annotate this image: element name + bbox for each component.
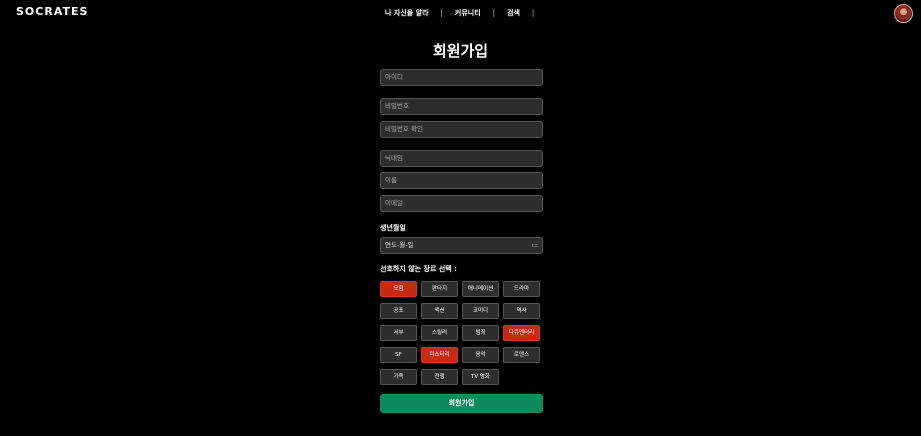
password-confirm-input[interactable]: 비밀번호 확인: [380, 121, 543, 138]
id-input[interactable]: 아이디: [380, 69, 543, 86]
top-nav: 나 자신을 알라 | 커뮤니티 | 검색 |: [385, 8, 546, 18]
email-input[interactable]: 이메일: [380, 195, 543, 212]
nav-community[interactable]: 커뮤니티: [455, 8, 481, 18]
genre-chip[interactable]: 전쟁: [421, 369, 458, 385]
genre-chip[interactable]: 판타지: [421, 281, 458, 297]
birthdate-placeholder: 연도-월-일: [385, 241, 414, 249]
page-title: 회원가입: [432, 42, 489, 60]
nav-divider: |: [492, 9, 495, 17]
genre-chip[interactable]: 음악: [462, 347, 499, 363]
nav-divider: |: [440, 9, 443, 17]
nickname-input[interactable]: 닉네임: [380, 150, 543, 167]
nav-divider: |: [531, 9, 535, 17]
calendar-icon[interactable]: ▭: [531, 238, 538, 253]
password-input[interactable]: 비밀번호: [380, 98, 543, 115]
genre-chip[interactable]: SF: [380, 347, 417, 363]
genre-chip[interactable]: 서부: [380, 325, 417, 341]
genre-label: 선호하지 않는 장르 선택 :: [380, 265, 457, 273]
logo[interactable]: SOCRATES: [16, 5, 88, 18]
genre-chip[interactable]: 가족: [380, 369, 417, 385]
name-input[interactable]: 이름: [380, 172, 543, 189]
genre-chip[interactable]: 미스터리: [421, 347, 458, 363]
nav-search[interactable]: 검색: [507, 8, 520, 18]
genre-chip[interactable]: 액션: [421, 303, 458, 319]
signup-submit-button[interactable]: 회원가입: [380, 394, 543, 413]
genre-chip[interactable]: 모험: [380, 281, 417, 297]
genre-chip[interactable]: 다큐멘터리: [503, 325, 540, 341]
birthdate-input[interactable]: 연도-월-일 ▭: [380, 237, 543, 254]
genre-chip[interactable]: 역사: [503, 303, 540, 319]
birthdate-label: 생년월일: [380, 224, 406, 232]
genre-chip[interactable]: 공포: [380, 303, 417, 319]
avatar[interactable]: [894, 4, 913, 23]
genre-chip[interactable]: 코미디: [462, 303, 499, 319]
genre-chip[interactable]: TV 영화: [462, 369, 499, 385]
genre-chip[interactable]: 범죄: [462, 325, 499, 341]
genre-chip[interactable]: 드라마: [503, 281, 540, 297]
genre-chip[interactable]: 애니메이션: [462, 281, 499, 297]
nav-know-yourself[interactable]: 나 자신을 알라: [385, 8, 429, 18]
genre-chip[interactable]: 스릴러: [421, 325, 458, 341]
genre-chip[interactable]: 로맨스: [503, 347, 540, 363]
